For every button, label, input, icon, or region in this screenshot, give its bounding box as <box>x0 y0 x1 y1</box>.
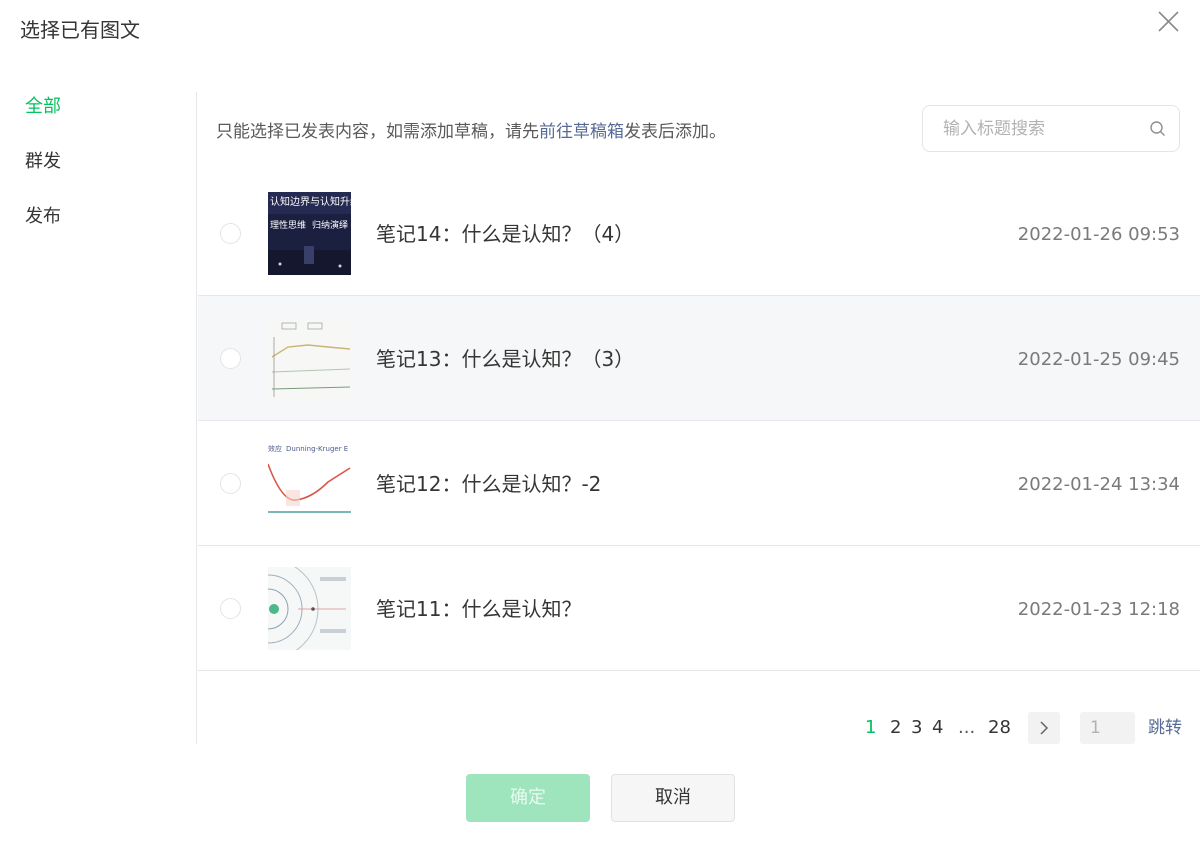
chevron-right-icon <box>1040 721 1049 735</box>
notice-suffix: 发表后添加。 <box>624 122 726 142</box>
article-row[interactable]: 笔记13：什么是认知？（3） 2022-01-25 09:45 <box>198 296 1200 421</box>
thumb-caption-3: 归纳演绎 <box>312 219 348 231</box>
article-radio[interactable] <box>220 223 241 244</box>
article-date: 2022-01-23 12:18 <box>1017 599 1180 620</box>
sidebar-item-all[interactable]: 全部 <box>25 94 61 120</box>
article-date: 2022-01-25 09:45 <box>1017 349 1180 370</box>
article-date: 2022-01-26 09:53 <box>1017 224 1180 245</box>
cancel-button[interactable]: 取消 <box>611 774 735 822</box>
close-button[interactable] <box>1152 5 1184 37</box>
page-2[interactable]: 2 <box>890 716 901 740</box>
article-radio[interactable] <box>220 348 241 369</box>
page-3[interactable]: 3 <box>911 716 922 740</box>
page-ellipsis: ... <box>958 717 976 738</box>
page-1[interactable]: 1 <box>865 716 876 740</box>
thumb-caption-1: 效应 <box>268 444 282 453</box>
article-radio[interactable] <box>220 473 241 494</box>
article-row[interactable]: 笔记11：什么是认知？ 2022-01-23 12:18 <box>198 546 1200 671</box>
sidebar-item-publish[interactable]: 发布 <box>25 204 61 230</box>
confirm-button[interactable]: 确定 <box>466 774 590 822</box>
article-title: 笔记14：什么是认知？（4） <box>376 222 635 246</box>
thumb-caption-2: Dunning-Kruger E <box>286 445 348 453</box>
page-4[interactable]: 4 <box>932 716 943 740</box>
notice-prefix: 只能选择已发表内容，如需添加草稿，请先 <box>216 122 539 142</box>
drafts-link[interactable]: 前往草稿箱 <box>539 122 624 142</box>
search-input[interactable] <box>943 116 1133 142</box>
article-thumbnail: 效应 Dunning-Kruger E <box>268 442 351 525</box>
article-thumbnail <box>268 567 351 650</box>
pagination: 1 2 3 4 ... 28 <box>0 712 1200 744</box>
article-thumbnail <box>268 317 351 400</box>
sidebar-item-mass-send[interactable]: 群发 <box>25 149 61 175</box>
article-thumbnail: 认知边界与认知升级 理性思维 归纳演绎 <box>268 192 351 275</box>
sidebar: 全部 群发 发布 <box>0 92 197 744</box>
article-row[interactable]: 效应 Dunning-Kruger E 笔记12：什么是认知？-2 2022-0… <box>198 421 1200 546</box>
search-box <box>922 105 1180 152</box>
page-jump-input[interactable] <box>1080 712 1135 744</box>
close-icon <box>1158 11 1179 32</box>
thumb-caption-2: 理性思维 <box>270 219 306 231</box>
article-radio[interactable] <box>220 598 241 619</box>
dialog-title: 选择已有图文 <box>20 18 140 42</box>
article-date: 2022-01-24 13:34 <box>1017 474 1180 495</box>
article-title: 笔记11：什么是认知？ <box>376 597 582 621</box>
select-article-dialog: 选择已有图文 全部 群发 发布 只能选择已发表内容，如需添加草稿，请先前往草稿箱… <box>0 0 1200 843</box>
search-icon[interactable] <box>1148 119 1168 139</box>
page-jump-button[interactable]: 跳转 <box>1148 716 1182 740</box>
article-list: 认知边界与认知升级 理性思维 归纳演绎 笔记14：什么是认知？（4） 2022-… <box>198 171 1200 671</box>
page-last[interactable]: 28 <box>988 716 1011 740</box>
thumb-caption-1: 认知边界与认知升级 <box>270 195 351 208</box>
article-title: 笔记13：什么是认知？（3） <box>376 347 635 371</box>
article-row[interactable]: 认知边界与认知升级 理性思维 归纳演绎 笔记14：什么是认知？（4） 2022-… <box>198 171 1200 296</box>
notice-text: 只能选择已发表内容，如需添加草稿，请先前往草稿箱发表后添加。 <box>216 119 726 145</box>
next-page-button[interactable] <box>1028 712 1060 744</box>
article-title: 笔记12：什么是认知？-2 <box>376 472 602 496</box>
